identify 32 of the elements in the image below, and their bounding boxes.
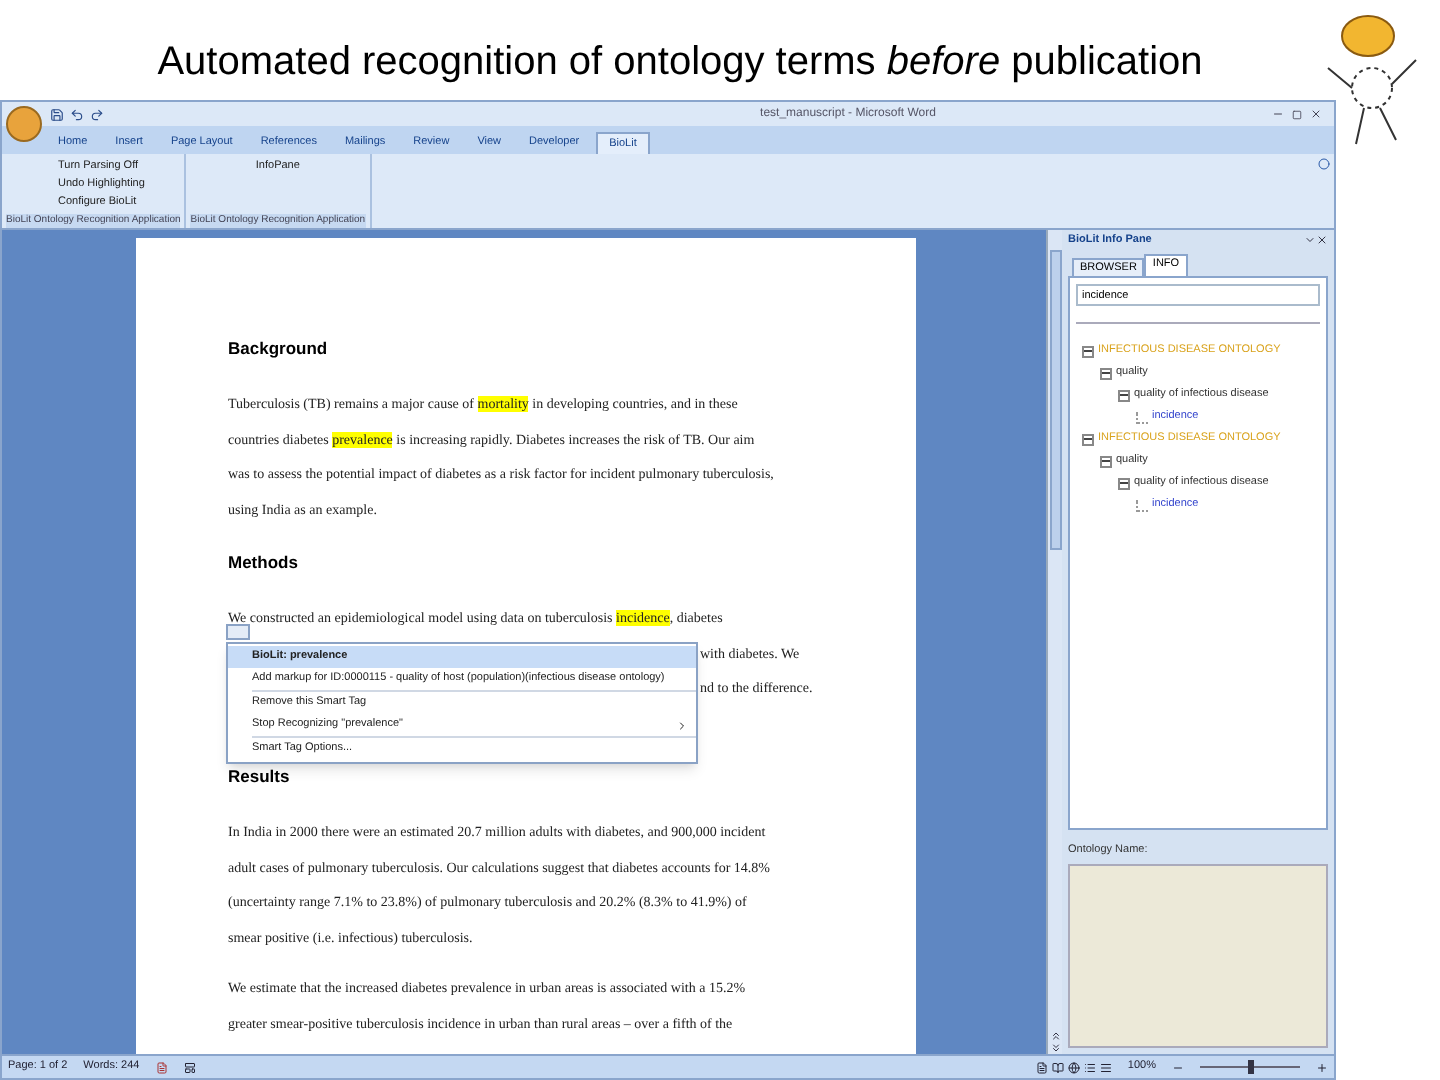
help-icon[interactable] [1318, 158, 1330, 170]
redo-icon[interactable] [90, 107, 104, 121]
collapse-icon[interactable] [1082, 345, 1094, 357]
print-layout-icon[interactable] [1035, 1061, 1048, 1073]
reading-layout-icon[interactable] [1051, 1061, 1064, 1073]
vertical-scrollbar[interactable] [1046, 230, 1062, 1054]
office-button[interactable] [6, 106, 42, 142]
next-page-icon[interactable] [1049, 1042, 1061, 1054]
outline-icon[interactable] [1083, 1061, 1096, 1073]
collapse-icon[interactable] [1118, 389, 1130, 401]
zoom-out-icon[interactable] [1172, 1061, 1184, 1073]
draft-icon[interactable] [1099, 1061, 1112, 1073]
previous-page-icon[interactable] [1049, 1030, 1061, 1042]
collapse-icon[interactable] [1082, 433, 1094, 445]
web-layout-icon[interactable] [1067, 1061, 1080, 1073]
collapse-icon[interactable] [1100, 455, 1112, 467]
proofing-icon[interactable] [155, 1061, 168, 1073]
save-icon[interactable] [50, 107, 64, 121]
maximize-icon[interactable] [1292, 109, 1302, 119]
zoom-slider-thumb[interactable] [1247, 1060, 1253, 1074]
section-heading: Background [228, 336, 328, 362]
scroll-thumb[interactable] [1049, 250, 1061, 550]
section-heading: Results [228, 764, 290, 790]
macro-icon[interactable] [183, 1061, 196, 1073]
close-icon[interactable] [1310, 108, 1322, 120]
undo-icon[interactable] [70, 107, 84, 121]
collapse-icon[interactable] [1118, 477, 1130, 489]
collapse-icon[interactable] [1100, 367, 1112, 379]
section-heading: Methods [228, 550, 298, 576]
zoom-in-icon[interactable] [1316, 1061, 1328, 1073]
slide-title: Automated recognition of ontology terms before publication [157, 38, 1203, 88]
close-icon[interactable] [1316, 234, 1328, 246]
